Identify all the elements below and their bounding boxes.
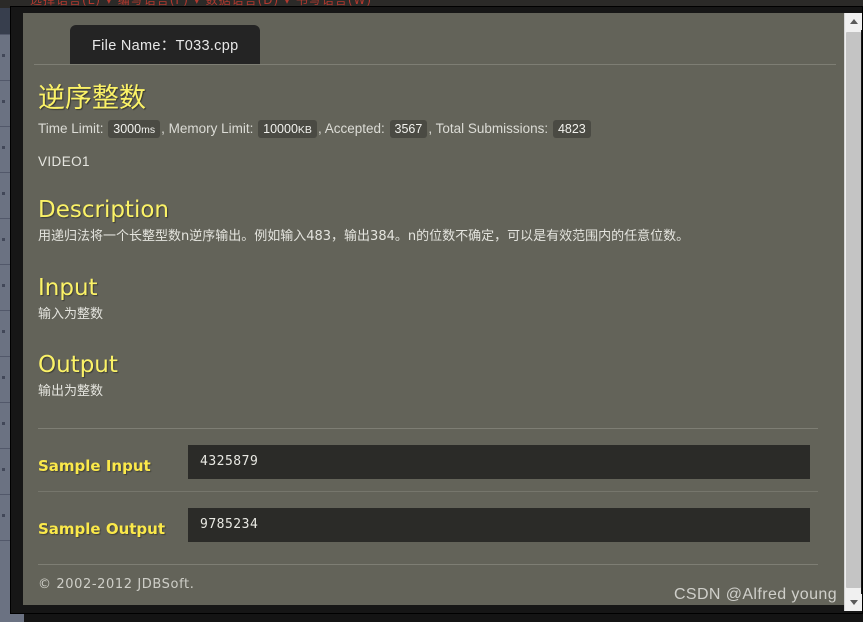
- description-body: 用递归法将一个长整型数n逆序输出。例如输入483，输出384。n的位数不确定，可…: [38, 229, 690, 245]
- input-heading: Input: [38, 274, 98, 301]
- problem-title: 逆序整数: [38, 83, 146, 114]
- stats-sep-2: ,: [317, 121, 322, 137]
- problem-content: 逆序整数 Time Limit: 3000ms, Memory Limit: 1…: [34, 65, 836, 592]
- sample-input-label: Sample Input: [38, 456, 151, 475]
- chevron-up-icon: [849, 19, 858, 24]
- scroll-down-button[interactable]: [845, 594, 862, 611]
- tab-strip: File Name：T033.cpp: [23, 25, 846, 65]
- problem-stats: Time Limit: 3000ms, Memory Limit: 10000K…: [38, 120, 836, 139]
- footer-divider: [38, 563, 818, 565]
- sample-output-row: Sample Output 9785234: [38, 507, 836, 542]
- scrollbar-thumb[interactable]: [846, 32, 861, 588]
- browser-window-frame: File Name：T033.cpp 逆序整数 Time Limit: 3000…: [10, 6, 863, 614]
- sample-separator: [38, 490, 818, 492]
- memory-limit-value: 10000KB: [258, 120, 317, 139]
- stats-sep-3: ,: [428, 121, 433, 137]
- video-tag[interactable]: VIDEO1: [38, 154, 836, 169]
- memory-limit-label: Memory Limit:: [168, 121, 254, 137]
- accepted-value: 3567: [389, 120, 428, 139]
- time-limit-label: Time Limit:: [38, 121, 104, 137]
- chevron-down-icon: [849, 600, 858, 605]
- sample-input-row: Sample Input 4325879: [38, 444, 836, 479]
- time-limit-value: 3000ms: [108, 120, 161, 139]
- problem-page: File Name：T033.cpp 逆序整数 Time Limit: 3000…: [23, 13, 846, 605]
- screenshot-root: 选择语言(L) ▾ 编写语言(F) ▾ 数据语言(D) ▾ 书写语言(W) Fi…: [0, 0, 863, 622]
- footer-copyright: © 2002-2012 JDBSoft.: [38, 576, 195, 592]
- sample-input-value[interactable]: 4325879: [188, 444, 810, 479]
- input-body: 输入为整数: [38, 306, 104, 322]
- sample-output-value[interactable]: 9785234: [188, 507, 810, 542]
- accepted-label: Accepted:: [324, 121, 385, 137]
- total-submissions-label: Total Submissions:: [435, 121, 549, 137]
- output-heading: Output: [38, 352, 118, 379]
- samples-divider: [38, 427, 818, 429]
- total-submissions-value: 4823: [552, 120, 591, 139]
- description-heading: Description: [38, 197, 169, 224]
- vertical-scrollbar[interactable]: [844, 13, 862, 611]
- scroll-up-button[interactable]: [845, 13, 862, 30]
- stats-sep-1: ,: [161, 121, 165, 137]
- output-body: 输出为整数: [38, 384, 104, 400]
- sample-output-label: Sample Output: [38, 519, 166, 538]
- tab-file-name[interactable]: File Name：T033.cpp: [70, 25, 261, 65]
